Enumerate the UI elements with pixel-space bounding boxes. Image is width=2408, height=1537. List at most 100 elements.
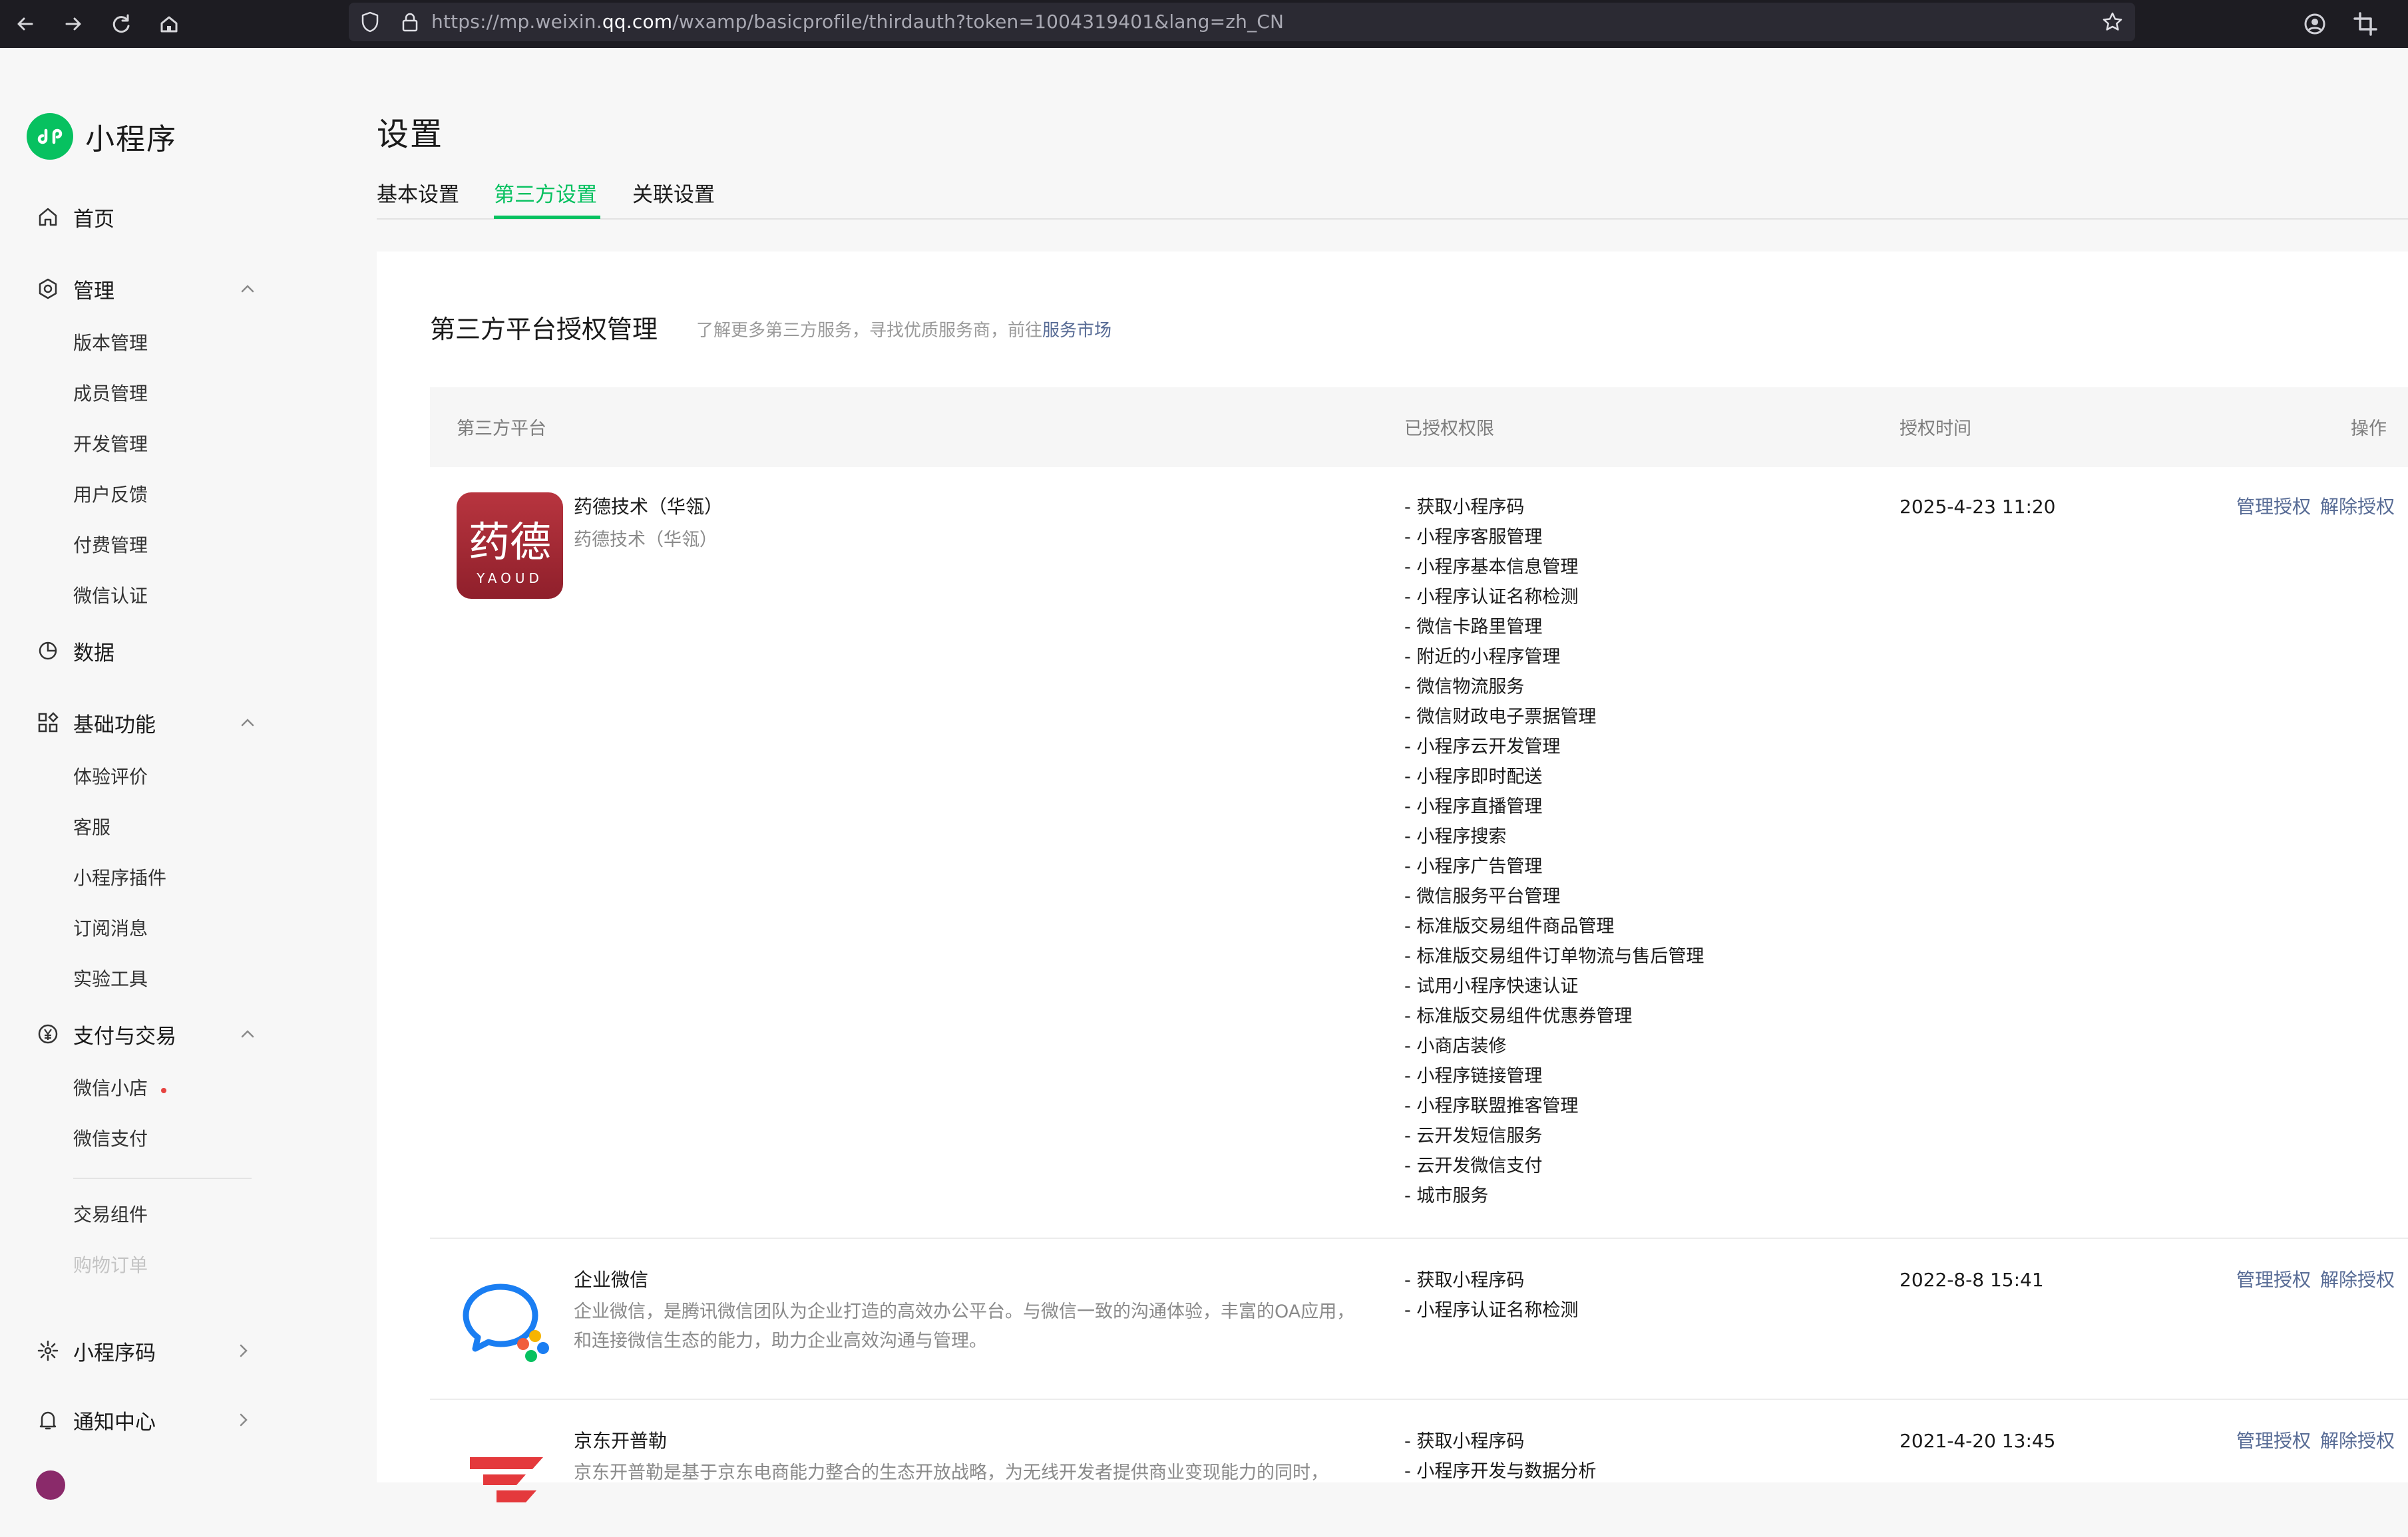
- nav-wechat-shop[interactable]: 微信小店: [73, 1075, 148, 1102]
- table-header: 第三方平台 已授权权限 授权时间 操作: [430, 387, 2408, 467]
- nav-home-label: 首页: [73, 207, 114, 232]
- permission-item: - 小程序广告管理: [1404, 856, 1543, 877]
- platform-description: 企业微信，是腾讯微信团队为企业打造的高效办公平台。与微信一致的沟通体验，丰富的O…: [574, 1301, 1355, 1351]
- permission-item: - 小程序认证名称检测: [1404, 587, 1579, 607]
- nav-experience-rating[interactable]: 体验评价: [73, 764, 148, 790]
- nav-subscribe-messages[interactable]: 订阅消息: [73, 916, 148, 942]
- permission-item: - 微信财政电子票据管理: [1404, 707, 1597, 727]
- nav-member-manage[interactable]: 成员管理: [73, 381, 148, 407]
- browser-toolbar: https://mp.weixin.qq.com/wxamp/basicprof…: [0, 0, 2408, 48]
- chevron-up-icon[interactable]: [237, 712, 258, 733]
- tab-linked-settings[interactable]: 关联设置: [632, 178, 715, 212]
- chevron-right-icon[interactable]: [233, 1409, 254, 1431]
- permission-item: - 小程序链接管理: [1404, 1066, 1543, 1087]
- user-avatar[interactable]: [36, 1470, 65, 1500]
- yen-coin-icon: [38, 1024, 58, 1044]
- nav-trade-components[interactable]: 交易组件: [73, 1202, 148, 1228]
- jd-kepler-logo-icon: [470, 1457, 543, 1502]
- logo-main-text: 药德: [469, 518, 551, 566]
- manage-auth-link[interactable]: 管理授权: [2236, 1269, 2311, 1291]
- mini-program-logo-icon: [27, 113, 73, 160]
- nav-manage[interactable]: 管理: [36, 270, 114, 307]
- revoke-auth-link[interactable]: 解除授权: [2320, 1430, 2395, 1452]
- nav-customer-service[interactable]: 客服: [73, 814, 110, 841]
- tab-third-party-settings[interactable]: 第三方设置: [494, 178, 597, 212]
- nav-plugins[interactable]: 小程序插件: [73, 865, 166, 892]
- platform-description: 京东开普勒是基于京东电商能力整合的生态开放战略，为无线开发者提供商业变现能力的同…: [574, 1462, 1328, 1483]
- service-market-link[interactable]: 服务市场: [1042, 321, 1111, 341]
- platform-name: 药德技术（华瓴）: [574, 496, 723, 518]
- nav-home[interactable]: 首页: [36, 198, 114, 236]
- permission-item: - 小商店装修: [1404, 1036, 1507, 1057]
- forward-icon[interactable]: [56, 7, 91, 41]
- account-icon[interactable]: [2299, 8, 2331, 40]
- back-icon[interactable]: [8, 7, 43, 41]
- row-actions: 管理授权 解除授权: [2236, 494, 2404, 520]
- grid-apps-icon: [38, 712, 59, 733]
- pie-chart-icon: [39, 641, 57, 660]
- lock-icon[interactable]: [397, 9, 423, 35]
- manage-auth-link[interactable]: 管理授权: [2236, 496, 2311, 518]
- nav-basic-features[interactable]: 基础功能: [36, 704, 156, 741]
- home-icon[interactable]: [152, 7, 186, 41]
- section-title: 第三方平台授权管理: [430, 315, 658, 344]
- revoke-auth-link[interactable]: 解除授权: [2320, 496, 2395, 518]
- nav-data[interactable]: 数据: [36, 632, 114, 669]
- revoke-auth-link[interactable]: 解除授权: [2320, 1269, 2395, 1291]
- nav-paid-manage[interactable]: 付费管理: [73, 532, 148, 559]
- section-desc-text: 了解更多第三方服务，寻找优质服务商，前往: [696, 321, 1043, 341]
- nav-basic-features-label: 基础功能: [73, 713, 156, 737]
- row-actions: 管理授权 解除授权: [2236, 1267, 2404, 1293]
- auth-time: 2022-8-8 15:41: [1900, 1269, 2044, 1291]
- page-title: 设置: [377, 116, 444, 153]
- url-bar[interactable]: https://mp.weixin.qq.com/wxamp/basicprof…: [349, 3, 2135, 41]
- section-description: 了解更多第三方服务，寻找优质服务商，前往服务市场: [696, 317, 1111, 341]
- permission-item: - 获取小程序码: [1404, 1270, 1525, 1291]
- nav-lab-tools[interactable]: 实验工具: [73, 966, 148, 993]
- permission-list: - 获取小程序码 - 小程序认证名称检测: [1404, 1266, 1578, 1325]
- logo-sub-text: YAOUD: [476, 570, 543, 586]
- nav-qrcode[interactable]: 小程序码: [36, 1332, 156, 1369]
- nav-qrcode-label: 小程序码: [73, 1341, 156, 1365]
- third-party-auth-panel: 第三方平台授权管理 了解更多第三方服务，寻找优质服务商，前往服务市场 第三方平台…: [377, 252, 2408, 1502]
- home-outline-icon: [39, 208, 57, 226]
- platform-name: 京东开普勒: [574, 1430, 668, 1452]
- permission-item: - 试用小程序快速认证: [1404, 976, 1579, 997]
- permission-item: - 标准版交易组件优惠券管理: [1404, 1006, 1633, 1027]
- bookmark-star-icon[interactable]: [2099, 9, 2126, 35]
- nav-payment-label: 支付与交易: [73, 1024, 176, 1049]
- chevron-up-icon[interactable]: [237, 278, 258, 299]
- nav-shopping-orders[interactable]: 购物订单: [73, 1252, 148, 1279]
- table-row: 药德 YAOUD 药德技术（华瓴） 药德技术（华瓴） - 获取小程序码 - 小程序…: [430, 467, 2408, 1239]
- nav-dev-manage[interactable]: 开发管理: [73, 431, 148, 458]
- url-text: https://mp.weixin.qq.com/wxamp/basicprof…: [431, 11, 1285, 33]
- nav-version-manage[interactable]: 版本管理: [73, 330, 148, 357]
- reload-icon[interactable]: [104, 7, 138, 41]
- yaoud-logo-icon: 药德 YAOUD: [457, 492, 563, 599]
- nav-wechat-verify[interactable]: 微信认证: [73, 583, 148, 609]
- permission-item: - 小程序即时配送: [1404, 767, 1543, 787]
- nav-payment[interactable]: 支付与交易: [36, 1015, 176, 1053]
- crop-icon[interactable]: [2349, 8, 2381, 40]
- brand-name: 小程序: [85, 122, 177, 156]
- permission-item: - 标准版交易组件商品管理: [1404, 916, 1615, 937]
- permission-item: - 小程序云开发管理: [1404, 737, 1561, 757]
- permission-list: - 获取小程序码 - 小程序开发与数据分析: [1404, 1427, 1596, 1486]
- sidebar-divider: [73, 1178, 252, 1179]
- shield-icon[interactable]: [357, 9, 383, 35]
- nav-notifications[interactable]: 通知中心: [36, 1401, 156, 1439]
- permission-item: - 小程序认证名称检测: [1404, 1300, 1579, 1321]
- permission-item: - 云开发短信服务: [1404, 1126, 1543, 1146]
- nav-user-feedback[interactable]: 用户反馈: [73, 482, 148, 508]
- permission-item: - 小程序基本信息管理: [1404, 557, 1579, 578]
- chevron-up-icon[interactable]: [237, 1023, 258, 1045]
- manage-auth-link[interactable]: 管理授权: [2236, 1430, 2311, 1452]
- row-actions: 管理授权 解除授权: [2236, 1428, 2404, 1454]
- permission-item: - 获取小程序码: [1404, 1431, 1525, 1452]
- tab-basic-settings[interactable]: 基本设置: [377, 178, 459, 212]
- chevron-right-icon[interactable]: [233, 1340, 254, 1361]
- nav-wechat-pay[interactable]: 微信支付: [73, 1126, 148, 1152]
- brand-logo[interactable]: 小程序: [27, 113, 177, 160]
- active-tab-indicator: [494, 216, 600, 219]
- settings-tabs: 基本设置 第三方设置 关联设置: [377, 178, 2408, 220]
